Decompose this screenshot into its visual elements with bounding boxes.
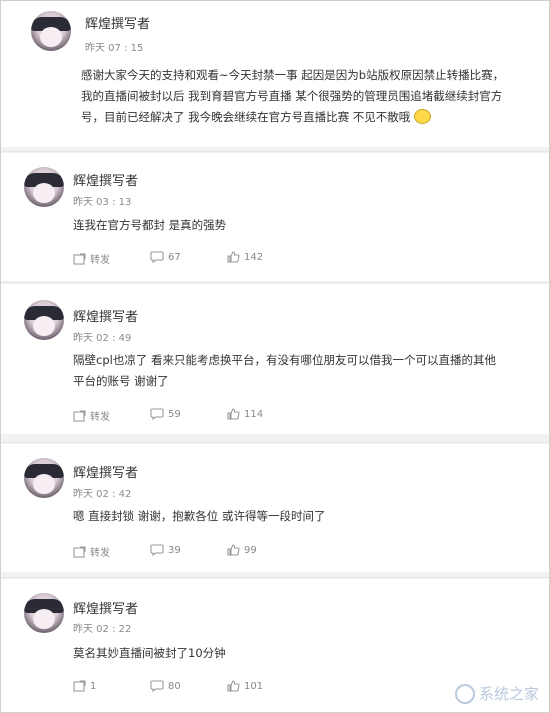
author-avatar[interactable] bbox=[24, 458, 64, 498]
repost-button[interactable]: 转发 bbox=[73, 544, 110, 559]
repost-icon bbox=[73, 252, 86, 265]
comment-icon bbox=[150, 544, 164, 556]
like-button[interactable]: 142 bbox=[227, 251, 263, 263]
thumbs-up-icon bbox=[227, 408, 240, 420]
post-text: 莫名其妙直播间被封了10分钟 bbox=[73, 646, 226, 660]
like-button[interactable]: 114 bbox=[227, 408, 263, 420]
comment-icon bbox=[150, 680, 164, 692]
thumbs-up-icon bbox=[227, 544, 240, 556]
post-card: 辉煌撰写者 昨天 07 : 15 感谢大家今天的支持和观看~今天封禁一事 起因是… bbox=[1, 1, 549, 147]
repost-button[interactable]: 转发 bbox=[73, 408, 110, 423]
repost-button[interactable]: 1 bbox=[73, 680, 96, 692]
post-time: 昨天 02 : 22 bbox=[73, 624, 132, 635]
comment-icon bbox=[150, 251, 164, 263]
author-name[interactable]: 辉煌撰写者 bbox=[73, 462, 138, 481]
post-time: 昨天 07 : 15 bbox=[85, 43, 144, 54]
comment-button[interactable]: 80 bbox=[150, 680, 181, 692]
post-text: 隔壁cpl也凉了 看来只能考虑换平台，有没有哪位朋友可以借我一个可以直播的其他 … bbox=[73, 353, 496, 388]
post-card: 辉煌撰写者 昨天 03 : 13 连我在官方号都封 是真的强势 转发 67 14… bbox=[1, 153, 549, 281]
post-time: 昨天 02 : 42 bbox=[73, 489, 132, 500]
like-button[interactable]: 101 bbox=[227, 680, 263, 692]
repost-icon bbox=[73, 545, 86, 558]
author-name[interactable]: 辉煌撰写者 bbox=[73, 306, 138, 325]
post-text: 感谢大家今天的支持和观看~今天封禁一事 起因是因为b站版权原因禁止转播比赛， 我… bbox=[81, 68, 505, 124]
thumbs-up-icon bbox=[227, 251, 240, 263]
post-text: 嗯 直接封锁 谢谢，抱歉各位 或许得等一段时间了 bbox=[73, 509, 326, 523]
author-avatar[interactable] bbox=[24, 593, 64, 633]
post-time: 昨天 03 : 13 bbox=[73, 197, 132, 208]
watermark-logo-icon bbox=[454, 683, 475, 704]
author-avatar[interactable] bbox=[24, 300, 64, 340]
post-card: 辉煌撰写者 昨天 02 : 49 隔壁cpl也凉了 看来只能考虑换平台，有没有哪… bbox=[1, 284, 549, 434]
author-avatar[interactable] bbox=[24, 167, 64, 207]
thumbs-up-icon bbox=[227, 680, 240, 692]
author-name[interactable]: 辉煌撰写者 bbox=[85, 13, 150, 32]
post-text: 连我在官方号都封 是真的强势 bbox=[73, 218, 227, 232]
like-button[interactable]: 99 bbox=[227, 544, 257, 556]
post-time: 昨天 02 : 49 bbox=[73, 333, 132, 344]
repost-icon bbox=[73, 409, 86, 422]
author-name[interactable]: 辉煌撰写者 bbox=[73, 170, 138, 189]
repost-icon bbox=[73, 680, 86, 692]
feed-page: 辉煌撰写者 昨天 07 : 15 感谢大家今天的支持和观看~今天封禁一事 起因是… bbox=[0, 0, 550, 713]
repost-button[interactable]: 转发 bbox=[73, 251, 110, 266]
comment-icon bbox=[150, 408, 164, 420]
author-avatar[interactable] bbox=[31, 11, 71, 51]
post-card: 辉煌撰写者 昨天 02 : 42 嗯 直接封锁 谢谢，抱歉各位 或许得等一段时间… bbox=[1, 444, 549, 572]
cat-emoji-icon bbox=[413, 109, 431, 124]
site-watermark: 系统之家 bbox=[454, 683, 539, 704]
comment-button[interactable]: 67 bbox=[150, 251, 181, 263]
comment-button[interactable]: 39 bbox=[150, 544, 181, 556]
author-name[interactable]: 辉煌撰写者 bbox=[73, 598, 138, 617]
comment-button[interactable]: 59 bbox=[150, 408, 181, 420]
